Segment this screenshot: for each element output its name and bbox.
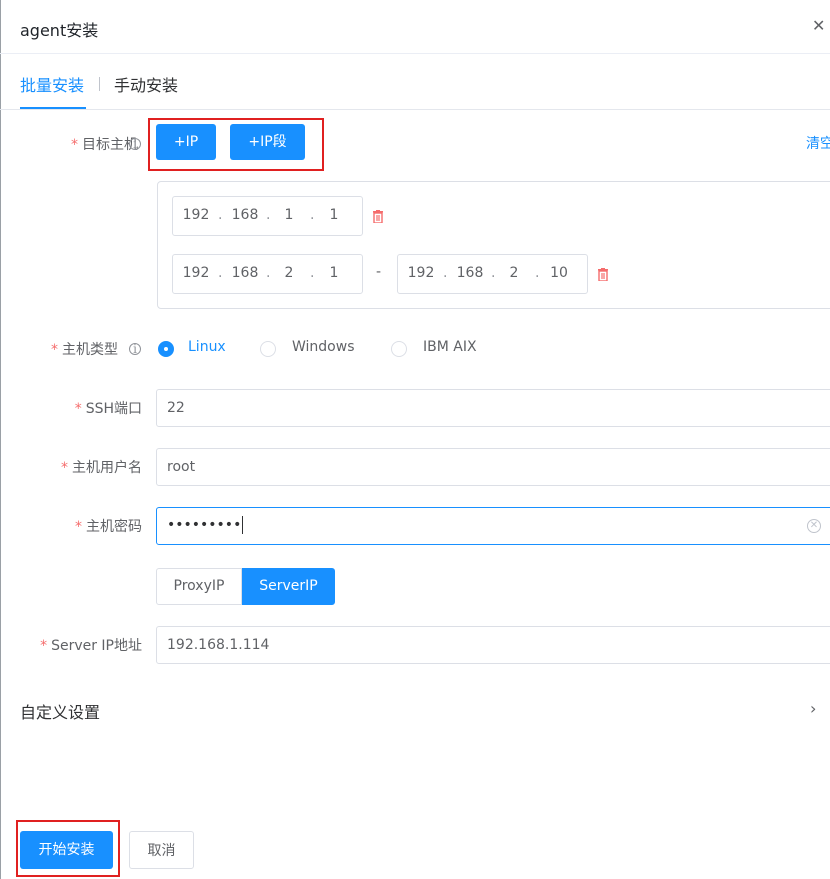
ssh-port-label-text: SSH端口 [85, 401, 142, 417]
radio-unchecked-icon[interactable] [260, 341, 276, 357]
server-ip-value: 192.168.1.114 [167, 637, 270, 653]
required-mark: * [71, 137, 78, 153]
single-ip-input[interactable]: 192 . 168 . 1 . 1 [172, 196, 363, 236]
radio-ibm-aix-label: IBM AIX [423, 339, 477, 355]
ip-octet[interactable]: 1 [314, 207, 354, 223]
tab-batch-install[interactable]: 批量安装 [20, 72, 84, 96]
host-password-label: * 主机密码 [75, 516, 142, 536]
ip-octet[interactable]: 192 [401, 265, 441, 281]
ssh-port-input[interactable]: 22 [156, 389, 830, 427]
ip-list-panel: 192 . 168 . 1 . 1 192 . 168 . 2 . 1 - 19… [157, 181, 830, 309]
server-ip-option[interactable]: ServerIP [242, 568, 335, 605]
ip-octet[interactable]: 192 [176, 207, 216, 223]
dialog-title: agent安装 [20, 21, 99, 40]
required-mark: * [74, 401, 82, 417]
start-install-button[interactable]: 开始安装 [20, 831, 113, 869]
add-ip-button[interactable]: +IP [156, 124, 216, 160]
radio-linux-label: Linux [188, 339, 226, 355]
host-password-label-text: 主机密码 [86, 519, 142, 535]
host-user-value: root [167, 459, 196, 475]
ip-octet[interactable]: 10 [539, 265, 579, 281]
info-icon[interactable]: i [129, 343, 141, 355]
required-mark: * [61, 460, 68, 476]
ip-octet[interactable]: 168 [225, 265, 265, 281]
password-mask: ••••••••• [167, 517, 242, 533]
proxy-ip-option[interactable]: ProxyIP [156, 568, 242, 605]
radio-windows-label: Windows [292, 339, 355, 355]
ip-octet[interactable]: 2 [269, 265, 309, 281]
active-tab-indicator [20, 107, 86, 109]
target-host-label: * 目标主机 [71, 134, 138, 154]
info-icon[interactable]: i [129, 138, 141, 150]
host-type-label-text: 主机类型 [62, 342, 118, 358]
host-user-label: * 主机用户名 [61, 457, 142, 477]
close-icon[interactable]: ✕ [812, 16, 825, 36]
chevron-right-icon: › [810, 699, 817, 718]
ip-octet[interactable]: 2 [494, 265, 534, 281]
ip-dot: . [218, 265, 223, 281]
ip-octet[interactable]: 1 [314, 265, 354, 281]
server-ip-input[interactable]: 192.168.1.114 [156, 626, 830, 664]
radio-unchecked-icon[interactable] [391, 341, 407, 357]
required-mark: * [40, 638, 48, 654]
required-mark: * [51, 342, 58, 358]
radio-checked-icon[interactable] [158, 341, 174, 357]
left-edge-border [0, 0, 1, 879]
dialog-header: agent安装 ✕ [0, 0, 830, 54]
cancel-button[interactable]: 取消 [129, 831, 194, 869]
range-end-ip-input[interactable]: 192 . 168 . 2 . 10 [397, 254, 588, 294]
clear-link[interactable]: 清空 [806, 133, 830, 153]
delete-trash-icon[interactable] [372, 210, 384, 223]
ip-dot: . [218, 207, 223, 223]
text-caret [242, 516, 244, 534]
range-start-ip-input[interactable]: 192 . 168 . 2 . 1 [172, 254, 363, 294]
ip-dot: . [443, 265, 448, 281]
server-ip-label-text: Server IP地址 [51, 638, 142, 654]
server-ip-label: * Server IP地址 [40, 635, 142, 655]
host-user-input[interactable]: root [156, 448, 830, 486]
tab-bar: 批量安装 手动安装 [0, 54, 830, 110]
host-password-input[interactable]: ••••••••• ✕ [156, 507, 830, 545]
add-ip-range-button[interactable]: +IP段 [230, 124, 305, 160]
ip-octet[interactable]: 1 [269, 207, 309, 223]
tab-separator [99, 77, 100, 91]
tab-manual-install[interactable]: 手动安装 [114, 72, 178, 96]
ip-octet[interactable]: 168 [450, 265, 490, 281]
ssh-port-value: 22 [167, 400, 185, 416]
delete-trash-icon[interactable] [597, 268, 609, 281]
ip-octet[interactable]: 192 [176, 265, 216, 281]
custom-settings-label: 自定义设置 [20, 703, 101, 722]
host-type-label: * 主机类型 [51, 339, 118, 359]
ip-octet[interactable]: 168 [225, 207, 265, 223]
host-user-label-text: 主机用户名 [72, 460, 142, 476]
clear-input-icon[interactable]: ✕ [807, 519, 821, 533]
custom-settings-row[interactable]: 自定义设置 › [0, 690, 830, 730]
password-value: ••••••••• [167, 516, 244, 534]
ssh-port-label: * SSH端口 [75, 398, 142, 418]
required-mark: * [75, 519, 82, 535]
range-separator: - [376, 264, 382, 280]
